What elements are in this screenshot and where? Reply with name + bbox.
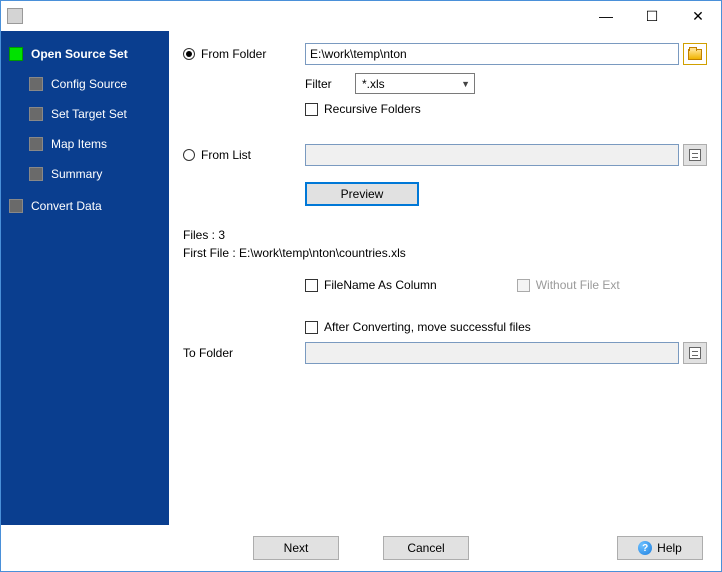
filename-as-column-checkbox[interactable]: FileName As Column: [305, 278, 437, 292]
wizard-sidebar: Open Source Set Config Source Set Target…: [1, 31, 169, 525]
without-file-ext-checkbox: Without File Ext: [517, 278, 620, 292]
help-button[interactable]: ? Help: [617, 536, 703, 560]
checkbox-icon: [305, 103, 318, 116]
step-box-icon: [29, 167, 43, 181]
filter-label: Filter: [305, 77, 355, 91]
sidebar-item-summary[interactable]: Summary: [7, 161, 169, 187]
sidebar-item-label: Map Items: [51, 137, 107, 151]
main-panel: From Folder Filter *.xls ▼ Recurs: [169, 31, 721, 525]
from-list-radio[interactable]: From List: [183, 148, 305, 162]
radio-icon: [183, 48, 195, 60]
browse-folder-button[interactable]: [683, 43, 707, 65]
app-icon: [7, 8, 23, 24]
from-folder-radio[interactable]: From Folder: [183, 47, 305, 61]
from-folder-label: From Folder: [201, 47, 266, 61]
filter-value: *.xls: [362, 77, 385, 91]
first-file-text: First File : E:\work\temp\nton\countries…: [183, 246, 707, 260]
folder-icon: [689, 347, 701, 359]
without-file-ext-label: Without File Ext: [536, 278, 620, 292]
sidebar-item-label: Set Target Set: [51, 107, 127, 121]
step-box-icon: [9, 47, 23, 61]
minimize-button[interactable]: —: [583, 1, 629, 31]
cancel-button[interactable]: Cancel: [383, 536, 469, 560]
sidebar-item-set-target-set[interactable]: Set Target Set: [7, 101, 169, 127]
step-box-icon: [29, 77, 43, 91]
filename-as-column-label: FileName As Column: [324, 278, 437, 292]
from-list-input[interactable]: [305, 144, 679, 166]
titlebar: — ☐ ✕: [1, 1, 721, 31]
radio-icon: [183, 149, 195, 161]
files-count-text: Files : 3: [183, 228, 707, 242]
browse-to-folder-button[interactable]: [683, 342, 707, 364]
preview-button[interactable]: Preview: [305, 182, 419, 206]
sidebar-item-convert-data[interactable]: Convert Data: [7, 193, 169, 219]
list-icon: [689, 149, 701, 161]
app-window: — ☐ ✕ Open Source Set Config Source Set …: [0, 0, 722, 572]
close-button[interactable]: ✕: [675, 1, 721, 31]
next-button[interactable]: Next: [253, 536, 339, 560]
wizard-footer: Next Cancel ? Help: [1, 525, 721, 571]
to-folder-label: To Folder: [183, 346, 233, 360]
checkbox-icon: [305, 321, 318, 334]
after-converting-label: After Converting, move successful files: [324, 320, 531, 334]
maximize-button[interactable]: ☐: [629, 1, 675, 31]
sidebar-item-label: Summary: [51, 167, 102, 181]
recursive-folders-label: Recursive Folders: [324, 102, 421, 116]
checkbox-icon: [305, 279, 318, 292]
sidebar-item-label: Open Source Set: [31, 47, 128, 61]
folder-icon: [688, 49, 702, 60]
sidebar-item-config-source[interactable]: Config Source: [7, 71, 169, 97]
checkbox-icon: [517, 279, 530, 292]
recursive-folders-checkbox[interactable]: Recursive Folders: [305, 102, 421, 116]
to-folder-input[interactable]: [305, 342, 679, 364]
sidebar-item-label: Convert Data: [31, 199, 102, 213]
chevron-down-icon: ▼: [461, 79, 470, 89]
help-icon: ?: [638, 541, 652, 555]
sidebar-item-map-items[interactable]: Map Items: [7, 131, 169, 157]
from-folder-input[interactable]: [305, 43, 679, 65]
browse-list-button[interactable]: [683, 144, 707, 166]
from-list-label: From List: [201, 148, 251, 162]
step-box-icon: [9, 199, 23, 213]
filter-combo[interactable]: *.xls ▼: [355, 73, 475, 94]
step-box-icon: [29, 137, 43, 151]
window-controls: — ☐ ✕: [583, 1, 721, 31]
sidebar-item-open-source-set[interactable]: Open Source Set: [7, 41, 169, 67]
sidebar-item-label: Config Source: [51, 77, 127, 91]
step-box-icon: [29, 107, 43, 121]
after-converting-checkbox[interactable]: After Converting, move successful files: [305, 320, 531, 334]
